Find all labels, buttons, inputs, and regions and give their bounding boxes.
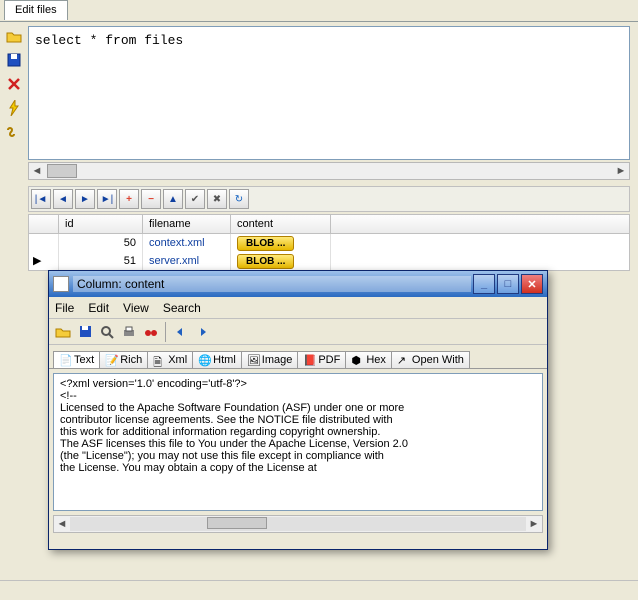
- dialog-titlebar[interactable]: Column: content _ □ ✕: [49, 271, 547, 297]
- scroll-right-icon[interactable]: ►: [613, 165, 629, 177]
- commit-button[interactable]: ✔: [185, 189, 205, 209]
- cell-content[interactable]: BLOB ...: [231, 252, 331, 270]
- content-line: <?xml version='1.0' encoding='utf-8'?>: [60, 378, 536, 390]
- openwith-icon: ↗: [397, 354, 409, 366]
- tab-strip: Edit files: [0, 0, 638, 22]
- dialog-tabs: 📄Text 📝Rich 🗎Xml 🌐Html 🖼Image 📕PDF ⬢Hex …: [49, 345, 547, 369]
- prev-record-button[interactable]: ◄: [53, 189, 73, 209]
- lightning-icon[interactable]: [4, 98, 24, 118]
- row-current-marker-icon: ▶: [33, 254, 41, 267]
- rich-icon: 📝: [105, 354, 117, 366]
- first-record-button[interactable]: |◄: [31, 189, 51, 209]
- content-line: contributor license agreements. See the …: [60, 414, 536, 426]
- tab-hex[interactable]: ⬢Hex: [345, 351, 392, 368]
- remove-record-button[interactable]: −: [141, 189, 161, 209]
- table-row[interactable]: 50 context.xml BLOB ...: [29, 234, 629, 252]
- search-icon[interactable]: [97, 322, 117, 342]
- table-row[interactable]: ▶ 51 server.xml BLOB ...: [29, 252, 629, 270]
- cell-id[interactable]: 51: [59, 252, 143, 270]
- cell-content[interactable]: BLOB ...: [231, 234, 331, 252]
- menu-search[interactable]: Search: [163, 301, 201, 315]
- left-toolbar: [0, 22, 28, 578]
- hex-icon: ⬢: [351, 354, 363, 366]
- grid-header: id filename content: [29, 215, 629, 234]
- back-icon[interactable]: [171, 322, 191, 342]
- menu-view[interactable]: View: [123, 301, 149, 315]
- scroll-thumb[interactable]: [47, 164, 77, 178]
- forward-icon[interactable]: [193, 322, 213, 342]
- blob-button[interactable]: BLOB ...: [237, 254, 294, 269]
- header-handle: [29, 215, 59, 233]
- save-icon[interactable]: [4, 50, 24, 70]
- scroll-left-icon[interactable]: ◄: [29, 165, 45, 177]
- minimize-button[interactable]: _: [473, 274, 495, 294]
- content-line: (the "License"); you may not use this fi…: [60, 450, 536, 462]
- dialog-menu: File Edit View Search: [49, 297, 547, 319]
- tab-rich[interactable]: 📝Rich: [99, 351, 148, 368]
- cell-filename[interactable]: server.xml: [143, 252, 231, 270]
- result-grid: id filename content 50 context.xml BLOB …: [28, 214, 630, 271]
- header-content[interactable]: content: [231, 215, 331, 233]
- dialog-icon: [53, 276, 69, 292]
- tab-html[interactable]: 🌐Html: [192, 351, 242, 368]
- cancel-button[interactable]: ✖: [207, 189, 227, 209]
- content-line: The ASF licenses this file to You under …: [60, 438, 536, 450]
- scroll-left-icon[interactable]: ◄: [54, 518, 70, 530]
- column-content-dialog: Column: content _ □ ✕ File Edit View Sea…: [48, 270, 548, 550]
- menu-file[interactable]: File: [55, 301, 74, 315]
- menu-edit[interactable]: Edit: [88, 301, 109, 315]
- save-icon[interactable]: [75, 322, 95, 342]
- maximize-button[interactable]: □: [497, 274, 519, 294]
- scroll-thumb[interactable]: [207, 517, 267, 529]
- dialog-horizontal-scrollbar[interactable]: ◄ ►: [53, 515, 543, 533]
- open-folder-icon[interactable]: [4, 26, 24, 46]
- tab-edit-files[interactable]: Edit files: [4, 0, 68, 20]
- header-id[interactable]: id: [59, 215, 143, 233]
- sql-editor[interactable]: select * from files: [28, 26, 630, 160]
- scroll-right-icon[interactable]: ►: [526, 518, 542, 530]
- refresh-button[interactable]: ↻: [229, 189, 249, 209]
- status-bar: [0, 580, 638, 600]
- xml-icon: 🗎: [153, 354, 165, 366]
- dialog-title: Column: content: [73, 276, 471, 292]
- cell-id[interactable]: 50: [59, 234, 143, 252]
- record-nav-toolbar: |◄ ◄ ► ►| + − ▲ ✔ ✖ ↻: [28, 186, 630, 212]
- script-icon[interactable]: [4, 122, 24, 142]
- content-line: this work for additional information reg…: [60, 426, 536, 438]
- content-line: Licensed to the Apache Software Foundati…: [60, 402, 536, 414]
- cell-filename[interactable]: context.xml: [143, 234, 231, 252]
- dialog-text-content[interactable]: <?xml version='1.0' encoding='utf-8'?> <…: [53, 373, 543, 511]
- tab-openwith[interactable]: ↗Open With: [391, 351, 470, 368]
- tab-pdf[interactable]: 📕PDF: [297, 351, 346, 368]
- content-line: <!--: [60, 390, 536, 402]
- text-icon: 📄: [59, 354, 71, 366]
- open-icon[interactable]: [53, 322, 73, 342]
- tab-text[interactable]: 📄Text: [53, 351, 100, 368]
- tab-xml[interactable]: 🗎Xml: [147, 351, 193, 368]
- blob-button[interactable]: BLOB ...: [237, 236, 294, 251]
- close-button[interactable]: ✕: [521, 274, 543, 294]
- last-record-button[interactable]: ►|: [97, 189, 117, 209]
- binoculars-icon[interactable]: [141, 322, 161, 342]
- html-icon: 🌐: [198, 354, 210, 366]
- dialog-toolbar: [49, 319, 547, 345]
- image-icon: 🖼: [247, 354, 259, 366]
- content-line: the License. You may obtain a copy of th…: [60, 462, 536, 474]
- print-icon[interactable]: [119, 322, 139, 342]
- tab-image[interactable]: 🖼Image: [241, 351, 299, 368]
- header-filename[interactable]: filename: [143, 215, 231, 233]
- delete-icon[interactable]: [4, 74, 24, 94]
- add-record-button[interactable]: +: [119, 189, 139, 209]
- sql-horizontal-scrollbar[interactable]: ◄ ►: [28, 162, 630, 180]
- pdf-icon: 📕: [303, 354, 315, 366]
- up-button[interactable]: ▲: [163, 189, 183, 209]
- next-record-button[interactable]: ►: [75, 189, 95, 209]
